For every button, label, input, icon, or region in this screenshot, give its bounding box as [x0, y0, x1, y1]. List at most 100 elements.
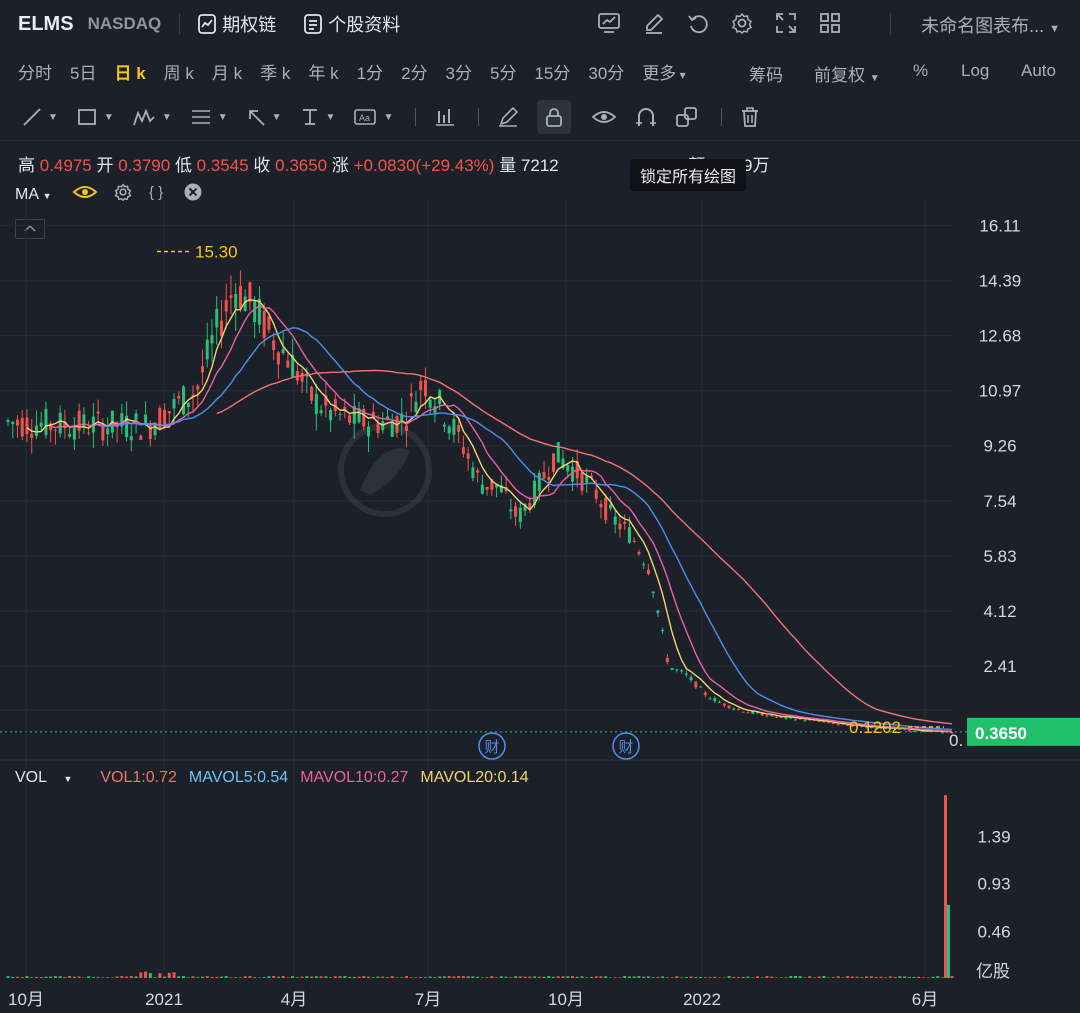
- volume-bar: [737, 977, 741, 978]
- percent-button[interactable]: %: [913, 61, 928, 81]
- ma-settings[interactable]: [114, 183, 132, 206]
- candle-body: [447, 426, 451, 434]
- period-8[interactable]: 2分: [401, 59, 427, 84]
- candle-body: [694, 681, 698, 688]
- volume-bar: [855, 976, 859, 978]
- period-4[interactable]: 月 k: [212, 59, 242, 84]
- candle-body: [798, 718, 802, 720]
- delete-drawings-button[interactable]: [740, 106, 760, 128]
- options-chain-button[interactable]: 期权链: [198, 11, 276, 37]
- volume-bar: [224, 976, 228, 978]
- header-icons: [597, 12, 841, 34]
- candle-body: [72, 427, 76, 440]
- period-9[interactable]: 3分: [446, 59, 472, 84]
- volume-bar: [926, 977, 930, 978]
- period-10[interactable]: 5分: [490, 59, 516, 84]
- brush-tool[interactable]: [497, 106, 519, 128]
- ma-close[interactable]: [184, 183, 202, 206]
- adjust-dropdown[interactable]: 前复权 ▼: [814, 61, 880, 86]
- candle-body: [632, 540, 636, 542]
- volume-bar: [419, 977, 423, 978]
- collapse-button[interactable]: [15, 219, 45, 239]
- magnet-tool[interactable]: [635, 106, 657, 128]
- volume-bar: [186, 977, 190, 978]
- volume-bar: [684, 977, 688, 978]
- period-2[interactable]: 日 k: [114, 59, 145, 84]
- fullscreen-icon[interactable]: [775, 12, 797, 34]
- candle-body: [163, 409, 167, 428]
- candle-body: [542, 472, 546, 479]
- arrow-tool[interactable]: ▼: [246, 107, 282, 127]
- candle-body: [167, 411, 171, 414]
- period-13[interactable]: 更多 ▾: [642, 59, 685, 84]
- refresh-icon[interactable]: [687, 12, 709, 34]
- ma-code[interactable]: { }: [148, 183, 166, 206]
- chips-button[interactable]: 筹码: [749, 61, 783, 86]
- period-11[interactable]: 15分: [534, 59, 570, 84]
- volume-bar: [608, 977, 612, 978]
- candle-body: [44, 409, 48, 436]
- ma-visibility-toggle[interactable]: [72, 184, 98, 205]
- candle-body: [329, 410, 333, 421]
- indicator-icon[interactable]: [597, 12, 621, 34]
- indicator-tool[interactable]: [434, 107, 456, 127]
- volume-bar: [860, 977, 864, 978]
- pattern-tool[interactable]: ▼: [132, 107, 172, 127]
- candle-body: [442, 424, 446, 427]
- period-12[interactable]: 30分: [588, 59, 624, 84]
- candle-body: [689, 677, 693, 681]
- layout-name-dropdown[interactable]: 未命名图表布... ▼: [921, 12, 1060, 38]
- volume-bar: [148, 973, 152, 978]
- period-0[interactable]: 分时: [18, 59, 52, 84]
- volume-bar: [822, 976, 826, 978]
- candle-body: [115, 422, 119, 428]
- candle-body: [120, 413, 124, 427]
- volume-bar: [613, 977, 617, 978]
- edit-icon[interactable]: [643, 12, 665, 34]
- candle-body: [39, 422, 43, 427]
- gear-icon[interactable]: [731, 12, 753, 34]
- period-1[interactable]: 5日: [70, 59, 96, 84]
- trend-line-tool[interactable]: ▼: [22, 107, 58, 127]
- stock-profile-button[interactable]: 个股资料: [304, 11, 400, 37]
- copy-tool[interactable]: [675, 106, 699, 128]
- rectangle-tool[interactable]: ▼: [76, 107, 114, 127]
- symbol[interactable]: ELMS: [18, 13, 74, 36]
- volume-bar: [466, 976, 470, 978]
- volume-bar: [423, 977, 427, 978]
- watermark-logo: [338, 423, 432, 517]
- log-button[interactable]: Log: [961, 61, 989, 81]
- vol-dropdown[interactable]: VOL ▼: [15, 769, 84, 787]
- ma-dropdown[interactable]: MA ▼: [15, 186, 52, 204]
- layout-grid-icon[interactable]: [819, 12, 841, 34]
- text-tool[interactable]: Aa ▼: [353, 107, 393, 127]
- candle-body: [831, 723, 835, 725]
- candle-body: [91, 416, 95, 433]
- x-tick-6: 6月: [912, 990, 938, 1009]
- ma-lines: [26, 299, 953, 733]
- volume-bar: [480, 977, 484, 978]
- period-6[interactable]: 年 k: [308, 59, 338, 84]
- visibility-toggle[interactable]: [591, 108, 617, 126]
- candle-body: [295, 371, 299, 381]
- measure-tool[interactable]: ▼: [300, 107, 335, 127]
- candle-body: [338, 413, 342, 415]
- candle-body: [514, 506, 518, 517]
- last-price-label: 0.3650: [975, 724, 1027, 743]
- volume-bar: [537, 976, 541, 978]
- period-7[interactable]: 1分: [357, 59, 383, 84]
- volume-bar: [39, 977, 43, 978]
- volume-bar: [144, 971, 148, 978]
- candle-body: [941, 732, 945, 734]
- price-tick-8: 2.41: [983, 657, 1016, 676]
- volume-bar: [238, 977, 242, 978]
- close-label: 收: [253, 156, 271, 175]
- candle-body: [509, 509, 513, 512]
- lock-drawings-button[interactable]: [537, 100, 572, 134]
- period-3[interactable]: 周 k: [164, 59, 194, 84]
- volume-bar: [751, 977, 755, 978]
- pencil-icon: [499, 106, 519, 127]
- auto-button[interactable]: Auto: [1021, 61, 1056, 81]
- fib-tool[interactable]: ▼: [190, 107, 228, 127]
- period-5[interactable]: 季 k: [260, 59, 290, 84]
